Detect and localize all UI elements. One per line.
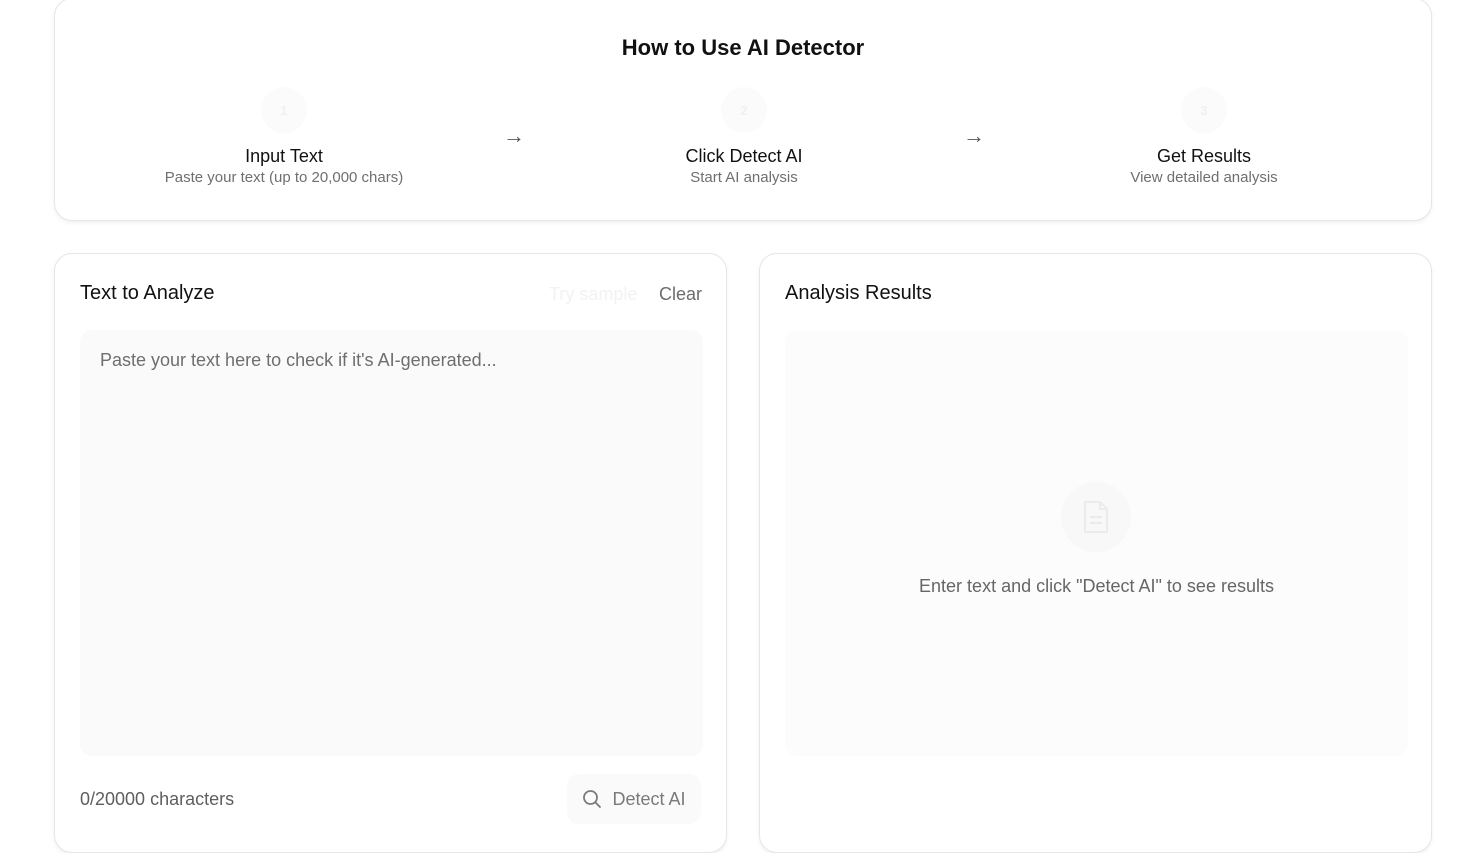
step-title: Click Detect AI xyxy=(685,146,803,166)
try-sample-button[interactable]: Try sample xyxy=(549,284,637,305)
step-number-badge: 2 xyxy=(721,87,767,133)
step-number-badge: 3 xyxy=(1181,87,1227,133)
step-title: Get Results xyxy=(1156,146,1252,166)
how-to-title: How to Use AI Detector xyxy=(621,35,865,60)
step-get-results: 3 Get Results View detailed analysis xyxy=(1004,87,1404,188)
step-click-detect: 2 Click Detect AI Start AI analysis xyxy=(544,87,944,188)
results-card-title: Analysis Results xyxy=(785,282,932,304)
clear-button[interactable]: Clear xyxy=(659,284,702,305)
results-placeholder-area: Enter text and click "Detect AI" to see … xyxy=(785,330,1408,756)
detect-ai-button[interactable]: Detect AI xyxy=(567,774,701,824)
input-card-title: Text to Analyze xyxy=(80,282,215,304)
step-description: Start AI analysis xyxy=(690,169,798,186)
detect-ai-label: Detect AI xyxy=(612,788,686,809)
step-title: Input Text xyxy=(245,146,323,166)
text-input-card: Text to Analyze Try sample Clear 0/20000… xyxy=(54,253,727,853)
step-input-text: 1 Input Text Paste your text (up to 20,0… xyxy=(84,87,484,188)
step-description: View detailed analysis xyxy=(1130,169,1278,186)
step-description: Paste your text (up to 20,000 chars) xyxy=(164,169,404,186)
empty-results-message: Enter text and click "Detect AI" to see … xyxy=(919,576,1274,596)
how-to-card: How to Use AI Detector 1 Input Text Past… xyxy=(54,0,1432,221)
search-icon xyxy=(582,789,602,809)
step-number-badge: 1 xyxy=(261,87,307,133)
text-to-analyze-input[interactable] xyxy=(80,330,703,756)
analysis-results-card: Analysis Results Enter text and click "D… xyxy=(759,253,1432,853)
document-icon xyxy=(1061,482,1131,552)
arrow-right-icon: → xyxy=(963,123,985,148)
character-count: 0/20000 characters xyxy=(80,789,235,809)
arrow-right-icon: → xyxy=(503,123,525,148)
